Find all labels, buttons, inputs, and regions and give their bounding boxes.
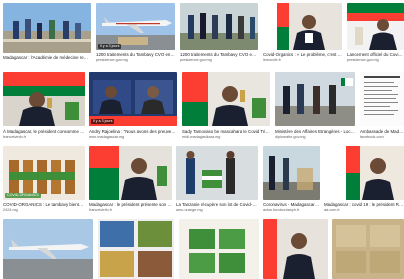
result-source[interactable]: midi-madagasikara.mg: [182, 135, 270, 139]
result-card[interactable]: Ambassade de Madag... facebook.com: [360, 72, 404, 144]
tv-interview-image: [89, 72, 177, 126]
result-thumbnail[interactable]: [89, 146, 172, 200]
result-thumbnail[interactable]: [98, 219, 174, 279]
handover-image: [176, 146, 258, 200]
president-portrait-image: [324, 146, 404, 200]
result-thumbnail[interactable]: [360, 72, 404, 126]
result-title[interactable]: Madagascar : l'Académie de médecine remp…: [3, 55, 91, 60]
result-thumbnail[interactable]: [3, 146, 85, 200]
result-title[interactable]: COVID-ORGANICS : Le tambavy bientôt e...: [3, 202, 85, 207]
result-thumbnail[interactable]: [96, 3, 175, 50]
result-source[interactable]: msn.madagascar.mg: [89, 135, 177, 139]
result-thumbnail[interactable]: [180, 3, 258, 50]
result-thumbnail[interactable]: [275, 72, 355, 126]
president-portrait-image: [263, 3, 342, 50]
result-thumbnail[interactable]: [332, 219, 404, 279]
result-thumbnail[interactable]: [176, 146, 258, 200]
result-card[interactable]: [263, 219, 328, 279]
result-thumbnail[interactable]: [347, 3, 404, 50]
result-thumbnail[interactable]: [3, 3, 91, 53]
result-card[interactable]: Il y a 3 jours Andry Rajoelina : "Nous a…: [89, 72, 177, 144]
result-card[interactable]: À Madagascar, le président consomme un r…: [3, 72, 85, 144]
result-title[interactable]: Coronavirus - Madagascar : le Covid-Orga…: [263, 202, 320, 207]
result-title[interactable]: À Madagascar, le président consomme un r…: [3, 129, 85, 134]
result-title[interactable]: Madagascar : covid 19 : le président Raj…: [324, 202, 404, 207]
result-source[interactable]: presidence.gov.mg: [96, 58, 175, 62]
result-card[interactable]: [98, 219, 174, 279]
result-card[interactable]: Madagascar : covid 19 : le président Raj…: [324, 146, 404, 216]
result-source[interactable]: lemonde.fr: [263, 58, 342, 62]
covid-organics-label: COVID-ORGANICS: [5, 193, 41, 198]
result-card[interactable]: [3, 219, 93, 279]
outdoor-crowd-image: [3, 3, 91, 53]
result-title[interactable]: La Tanzanie récupère son lot de Covid-Or…: [176, 202, 258, 207]
result-card[interactable]: COVID-ORGANICS COVID-ORGANICS : Le tamba…: [3, 146, 85, 216]
result-card[interactable]: Ministère des Affaires Etrangères - Loco…: [275, 72, 355, 144]
result-source[interactable]: facebook.com: [360, 135, 404, 139]
image-results-grid: Madagascar : l'Académie de médecine remp…: [0, 0, 404, 279]
result-card[interactable]: Lancement officiel du Covid-Or... presid…: [347, 3, 404, 69]
president-drinking-image: [3, 72, 85, 126]
date-badge: Il y a 3 jours: [91, 119, 115, 124]
result-card[interactable]: [332, 219, 404, 279]
result-title[interactable]: Covid-Organics : « Le problème, c'est qu…: [263, 52, 342, 57]
result-thumbnail[interactable]: [182, 72, 270, 126]
boxes-image: [179, 219, 259, 279]
result-card[interactable]: Sady Tamovaso be mascahara le Covid Tri …: [182, 72, 270, 144]
result-source[interactable]: presidence.gov.mg: [180, 58, 258, 62]
result-title[interactable]: Lancement officiel du Covid-Or...: [347, 52, 404, 57]
speech-image: [347, 3, 404, 50]
boxes-image: [332, 219, 404, 279]
result-thumbnail[interactable]: [3, 72, 85, 126]
result-title[interactable]: Ambassade de Madag...: [360, 129, 404, 134]
result-source[interactable]: aa.com.tr: [324, 208, 404, 212]
result-title[interactable]: Sady Tamovaso be mascahara le Covid Tri …: [182, 129, 270, 134]
result-thumbnail[interactable]: [263, 219, 328, 279]
result-thumbnail[interactable]: [89, 72, 177, 126]
result-card[interactable]: Madagascar : l'Académie de médecine remp…: [3, 3, 91, 65]
result-title[interactable]: Madagascar : le président présente son r…: [89, 202, 172, 207]
result-card[interactable]: La Tanzanie récupère son lot de Covid-Or…: [176, 146, 258, 216]
result-thumbnail[interactable]: [324, 146, 404, 200]
result-source[interactable]: 2424.mg: [3, 208, 85, 212]
result-thumbnail[interactable]: [179, 219, 259, 279]
ceremony-image: [180, 3, 258, 50]
president-presenting-image: [89, 146, 172, 200]
aircraft-image: [96, 3, 175, 50]
aircraft-image: [3, 219, 93, 279]
result-title[interactable]: 1200 traitements du Tambavy CVO envoy...: [180, 52, 258, 57]
result-thumbnail[interactable]: [3, 219, 93, 279]
result-source[interactable]: presidence.gov.mg: [347, 58, 404, 62]
result-card[interactable]: 1200 traitements du Tambavy CVO envoy...…: [180, 3, 258, 69]
result-thumbnail[interactable]: [263, 3, 342, 50]
president-drinking-image: [182, 72, 270, 126]
result-thumbnail[interactable]: [263, 146, 320, 200]
result-source[interactable]: francetvinfo.fr: [3, 135, 85, 139]
collage-image: [98, 219, 174, 279]
date-badge: Il y a 3 jours: [98, 44, 122, 49]
document-image: [360, 72, 404, 126]
result-card[interactable]: [179, 219, 259, 279]
shipment-image: [263, 146, 320, 200]
result-card[interactable]: Coronavirus - Madagascar : le Covid-Orga…: [263, 146, 320, 216]
delegation-image: [275, 72, 355, 126]
result-card[interactable]: Madagascar : le président présente son r…: [89, 146, 172, 216]
result-source[interactable]: francetvinfo.fr: [89, 208, 172, 212]
result-title[interactable]: Ministère des Affaires Etrangères - Loco…: [275, 129, 355, 134]
result-source[interactable]: amu.orange.mg: [176, 208, 258, 212]
result-source[interactable]: actus.fonokontanyh.fr: [263, 208, 320, 212]
result-title[interactable]: 1200 traitements du Tambavy CVO envoy...: [96, 52, 175, 57]
result-card[interactable]: Covid-Organics : « Le problème, c'est qu…: [263, 3, 342, 69]
result-card[interactable]: Il y a 3 jours 1200 traitements du Tamba…: [96, 3, 175, 69]
bottles-image: [3, 146, 85, 200]
result-title[interactable]: Andry Rajoelina : "Nous avons des preuve…: [89, 129, 177, 134]
president-portrait-image: [263, 219, 328, 279]
result-source[interactable]: diplomatie.gov.mg: [275, 135, 355, 139]
